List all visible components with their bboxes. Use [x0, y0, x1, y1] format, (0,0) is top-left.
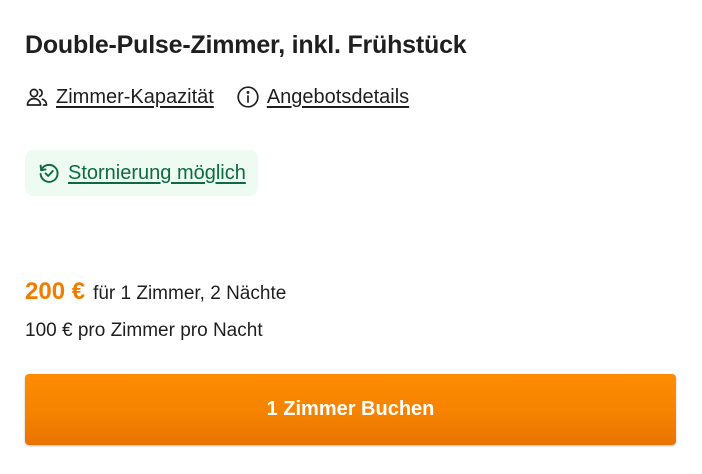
total-price-description: für 1 Zimmer, 2 Nächte	[93, 283, 287, 304]
offer-links: Zimmer-Kapazität Angebotsdetails	[25, 84, 409, 110]
book-room-button[interactable]: 1 Zimmer Buchen	[25, 374, 676, 445]
room-title: Double-Pulse-Zimmer, inkl. Frühstück	[25, 31, 467, 59]
price-row: 200 € für 1 Zimmer, 2 Nächte	[25, 278, 286, 306]
room-capacity-link[interactable]: Zimmer-Kapazität	[25, 85, 214, 109]
offer-card: Double-Pulse-Zimmer, inkl. Frühstück Zim…	[0, 0, 702, 474]
offer-details-label: Angebotsdetails	[266, 85, 410, 108]
offer-details-link[interactable]: Angebotsdetails	[236, 85, 409, 109]
cancellation-label: Stornierung möglich	[68, 161, 246, 184]
refresh-check-icon	[37, 161, 61, 185]
room-capacity-label: Zimmer-Kapazität	[56, 85, 214, 108]
total-price: 200 €	[25, 278, 86, 305]
cancellation-badge[interactable]: Stornierung möglich	[25, 150, 258, 196]
price-per-night: 100 € pro Zimmer pro Nacht	[25, 320, 263, 341]
info-icon	[236, 85, 260, 109]
users-icon	[25, 85, 49, 109]
